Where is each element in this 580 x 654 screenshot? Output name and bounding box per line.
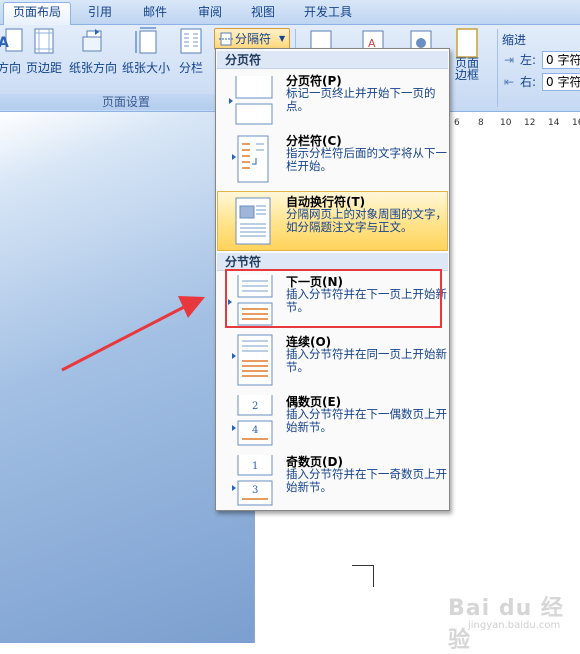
watermark-subtext: jingyan.baidu.com: [468, 620, 561, 631]
ribbon-separator: [497, 29, 498, 107]
orientation-button[interactable]: A 方向: [0, 27, 24, 76]
page-orientation-button[interactable]: 纸张方向: [68, 27, 118, 76]
menu-item-description: 插入分节符并在下一奇数页上开始新节。: [286, 467, 447, 494]
ruler-tick: 16: [572, 118, 580, 128]
menu-item-continuous[interactable]: 连续(O) 插入分节符并在同一页上开始新节。: [217, 331, 448, 391]
ruler-tick: 12: [524, 118, 536, 128]
indent-left-input[interactable]: 0 字符: [542, 51, 580, 69]
menu-item-column-break[interactable]: 分栏符(C) 指示分栏符后面的文字将从下一栏开始。: [217, 130, 448, 190]
indent-right-input[interactable]: 0 字符: [542, 73, 580, 91]
tab-mailings[interactable]: 邮件: [135, 3, 175, 23]
svg-text:1: 1: [252, 461, 258, 472]
paper-size-icon: [135, 27, 157, 54]
chevron-down-icon: ▼: [279, 34, 286, 43]
tab-view[interactable]: 视图: [243, 3, 283, 23]
horizontal-ruler[interactable]: 6 8 10 12 14 16: [448, 117, 580, 131]
page-break-icon: [229, 76, 273, 125]
indent-right-row: ⇤ 右: 0 字符: [502, 73, 580, 91]
tab-developer[interactable]: 开发工具: [296, 3, 360, 23]
ruler-tick: 14: [548, 118, 560, 128]
column-break-icon: [232, 135, 269, 183]
ribbon-tab-bar: 页面布局 引用 邮件 审阅 视图 开发工具: [0, 0, 580, 25]
orientation-icon: A: [0, 28, 23, 52]
text-wrapping-break-icon: [235, 197, 271, 245]
columns-label: 分栏: [178, 61, 203, 75]
menu-item-description: 标记一页终止并开始下一页的点。: [286, 86, 436, 113]
indent-right-icon: ⇤: [504, 75, 515, 89]
indent-title: 缩进: [502, 33, 527, 47]
breaks-label: 分隔符: [235, 32, 272, 46]
menu-item-description: 指示分栏符后面的文字将从下一栏开始。: [286, 146, 447, 173]
breaks-button[interactable]: 分隔符 ▼: [214, 28, 290, 50]
page-orientation-label: 纸张方向: [68, 61, 117, 75]
odd-page-section-icon: 1 3: [232, 455, 273, 506]
tab-page-layout[interactable]: 页面布局: [3, 2, 71, 25]
page-borders-button[interactable]: 页面 边框: [450, 27, 484, 81]
continuous-section-icon: [232, 334, 273, 386]
menu-item-even-page[interactable]: 2 4 偶数页(E) 插入分节符并在下一偶数页上开始新节。: [217, 391, 448, 451]
ruler-tick: 6: [454, 118, 460, 128]
svg-text:3: 3: [252, 485, 258, 496]
menu-item-description: 插入分节符并在下一偶数页上开始新节。: [286, 407, 447, 434]
margins-button[interactable]: 页边距: [24, 27, 64, 76]
indent-left-icon: ⇥: [504, 53, 515, 67]
page-borders-label-2: 边框: [454, 68, 479, 82]
red-highlight-box: [225, 269, 442, 328]
svg-text:2: 2: [252, 401, 258, 412]
ruler-tick: 10: [500, 118, 512, 128]
margins-icon: [34, 28, 54, 54]
tab-references[interactable]: 引用: [80, 3, 120, 23]
paper-size-label: 纸张大小: [121, 61, 170, 75]
even-page-section-icon: 2 4: [232, 395, 273, 446]
svg-text:4: 4: [252, 425, 258, 436]
columns-icon: [180, 28, 202, 54]
menu-item-odd-page[interactable]: 1 3 奇数页(D) 插入分节符并在下一奇数页上开始新节。: [217, 451, 448, 511]
ruler-tick: 8: [478, 118, 484, 128]
indent-right-label: 右:: [520, 75, 537, 89]
indent-left-row: ⇥ 左: 0 字符: [502, 51, 580, 69]
crop-mark: [373, 565, 374, 587]
crop-mark: [352, 565, 374, 566]
menu-item-page-break[interactable]: 分页符(P) 标记一页终止并开始下一页的点。: [217, 70, 448, 130]
tab-review[interactable]: 审阅: [190, 3, 230, 23]
orientation-label: 方向: [0, 61, 21, 75]
breaks-icon: [219, 32, 233, 46]
indent-left-label: 左:: [520, 53, 537, 67]
page-borders-icon: [456, 28, 478, 58]
columns-button[interactable]: 分栏: [176, 27, 206, 76]
margins-label: 页边距: [25, 61, 62, 75]
menu-item-description: 分隔网页上的对象周围的文字，如分隔题注文字与正文。: [286, 207, 447, 234]
page-breaks-header: 分页符: [217, 51, 448, 69]
paper-size-button[interactable]: 纸张大小: [121, 27, 171, 76]
svg-text:A: A: [0, 35, 9, 51]
page-orientation-icon: [82, 29, 102, 52]
menu-item-text-wrapping-break[interactable]: 自动换行符(T) 分隔网页上的对象周围的文字，如分隔题注文字与正文。: [217, 191, 448, 251]
menu-item-description: 插入分节符并在同一页上开始新节。: [286, 347, 447, 374]
